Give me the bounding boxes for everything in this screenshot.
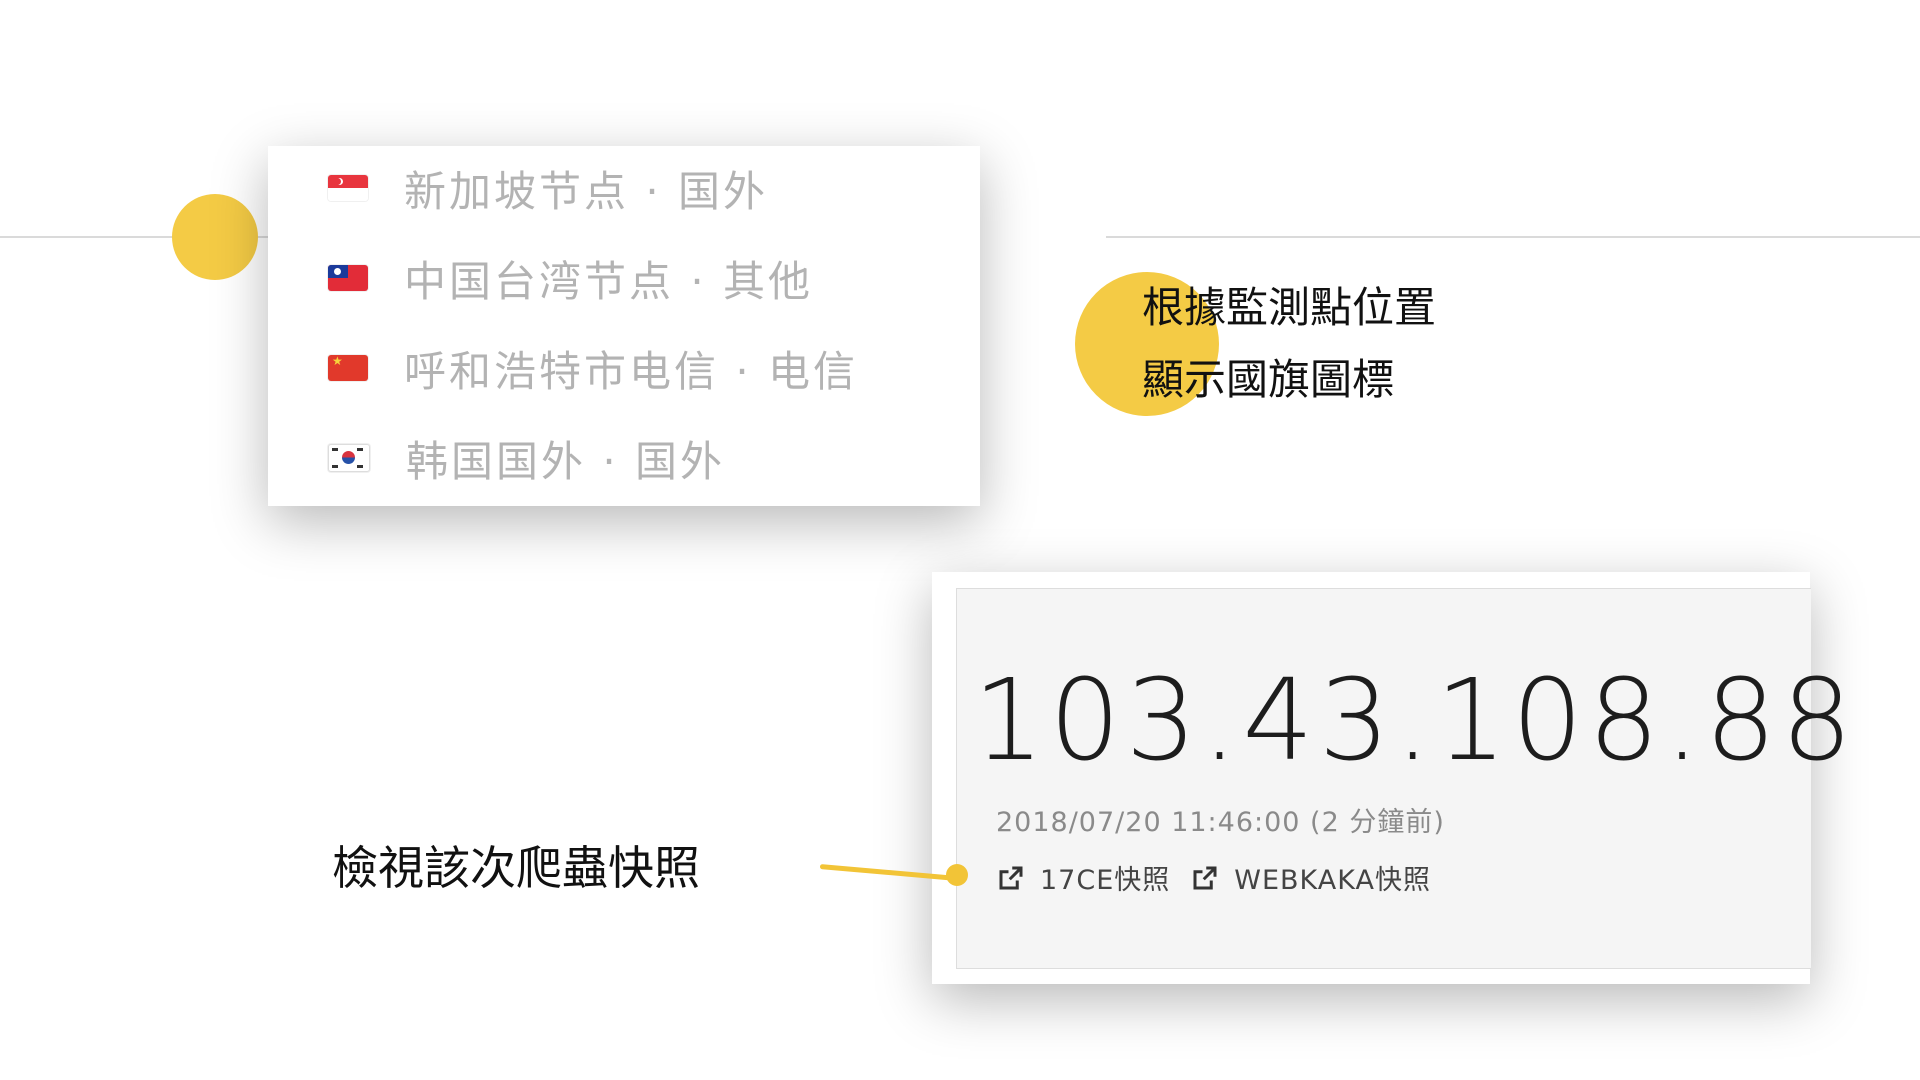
node-item-korea[interactable]: 韩国国外 · 国外 [328, 428, 725, 488]
snapshot-link-webkaka[interactable]: WEBKAKA快照 [1190, 858, 1431, 897]
china-flag-icon [328, 355, 368, 381]
ip-address: 103.43.108.88 [973, 656, 1858, 786]
taiwan-flag-icon [328, 265, 368, 291]
node-item-taiwan[interactable]: 中国台湾节点 · 其他 [328, 248, 813, 308]
node-item-singapore[interactable]: 新加坡节点 · 国外 [328, 158, 768, 218]
flag-annotation-line2: 顯示國旗圖標 [1142, 355, 1395, 404]
node-item-hohhot-telecom[interactable]: 呼和浩特市电信 · 电信 [328, 338, 858, 398]
annotation-pointer-dot [946, 864, 968, 886]
external-link-icon [1193, 866, 1217, 889]
panel-divider [957, 968, 1811, 969]
snapshot-link-label: 17CE快照 [1040, 865, 1171, 896]
check-timestamp: 2018/07/20 11:46:00 (2 分鐘前) [996, 807, 1445, 838]
korea-flag-icon [328, 444, 370, 472]
snapshot-link-label: WEBKAKA快照 [1234, 865, 1431, 896]
node-label: 新加坡节点 · 国外 [404, 166, 769, 216]
flag-annotation-line1: 根據監測點位置 [1142, 283, 1437, 332]
yellow-marker-dot [172, 194, 258, 280]
node-label: 呼和浩特市电信 · 电信 [404, 346, 859, 396]
snapshot-links: 17CE快照 WEBKAKA快照 [996, 858, 1451, 897]
slide-canvas: 新加坡节点 · 国外 中国台湾节点 · 其他 呼和浩特市电信 · 电信 韩国国外… [0, 0, 1920, 1080]
node-label: 中国台湾节点 · 其他 [404, 256, 814, 306]
snapshot-annotation: 檢視該次爬蟲快照 [332, 841, 700, 895]
connector-line-right [1106, 236, 1920, 238]
node-label: 韩国国外 · 国外 [406, 436, 726, 486]
snapshot-link-17ce[interactable]: 17CE快照 [996, 858, 1170, 897]
external-link-icon [999, 866, 1023, 889]
singapore-flag-icon [328, 175, 368, 201]
